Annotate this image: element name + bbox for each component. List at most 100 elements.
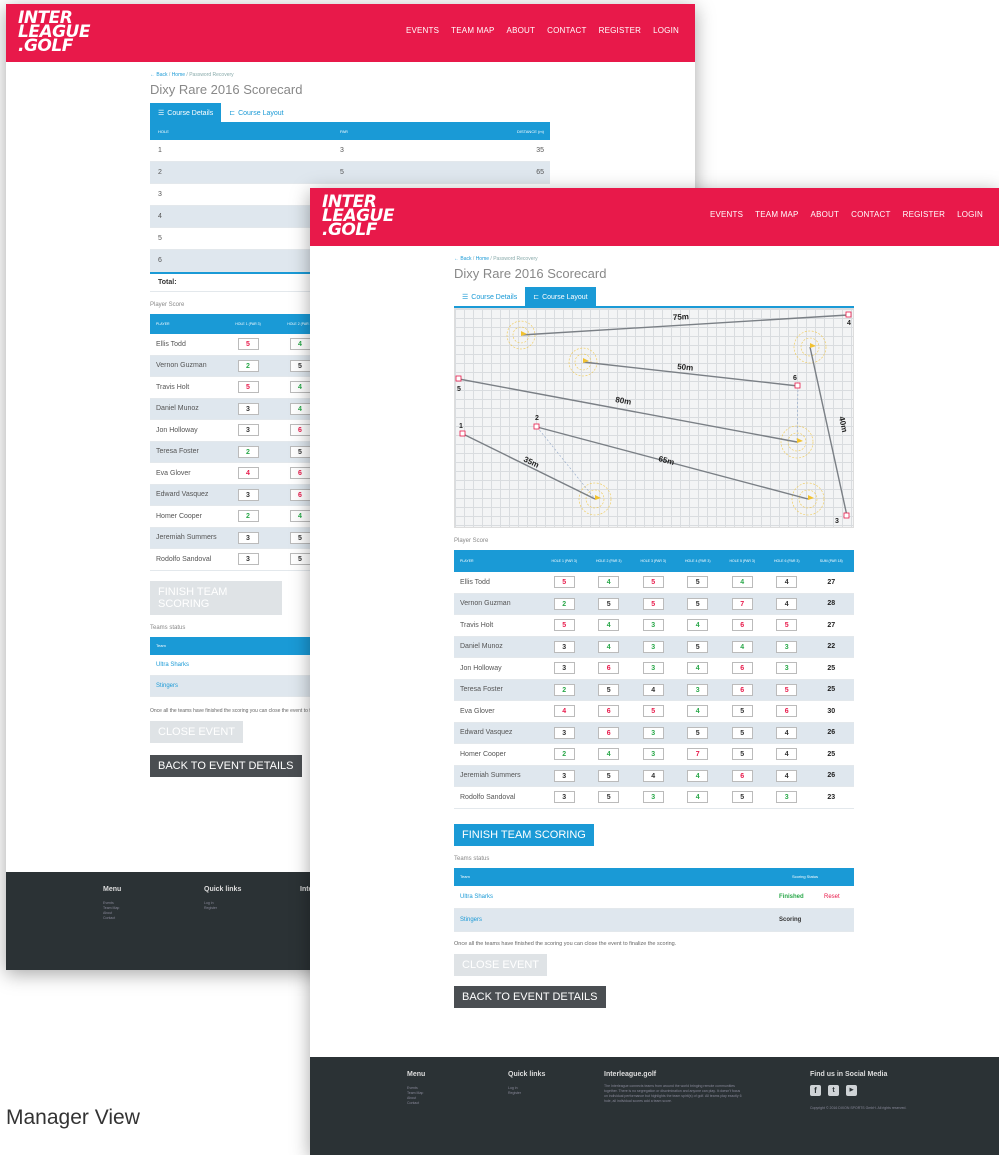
score-input[interactable]: 4 <box>289 338 311 351</box>
footer-link[interactable]: About <box>407 1096 416 1100</box>
score-input[interactable]: 4 <box>642 683 664 696</box>
score-input[interactable]: 5 <box>731 748 753 761</box>
score-input[interactable]: 6 <box>289 488 311 501</box>
score-input[interactable]: 5 <box>289 445 311 458</box>
score-input[interactable]: 6 <box>731 683 753 696</box>
score-input[interactable]: 3 <box>553 640 575 653</box>
score-input[interactable]: 5 <box>598 683 620 696</box>
score-input[interactable]: 4 <box>731 640 753 653</box>
score-input[interactable]: 3 <box>642 619 664 632</box>
team-name-link[interactable]: Ultra Sharks <box>454 894 779 900</box>
nav-register[interactable]: REGISTER <box>903 210 946 219</box>
score-input[interactable]: 3 <box>776 791 798 804</box>
nav-login[interactable]: LOGIN <box>653 26 679 35</box>
score-input[interactable]: 4 <box>598 748 620 761</box>
score-input[interactable]: 7 <box>731 597 753 610</box>
score-input[interactable]: 2 <box>237 359 259 372</box>
score-input[interactable]: 3 <box>642 662 664 675</box>
score-input[interactable]: 4 <box>237 467 259 480</box>
score-input[interactable]: 5 <box>289 553 311 566</box>
score-input[interactable]: 5 <box>776 683 798 696</box>
back-link[interactable]: ← Back <box>150 72 168 78</box>
tab-course-layout[interactable]: ⊏ Course Layout <box>221 103 292 122</box>
score-input[interactable]: 7 <box>687 748 709 761</box>
score-input[interactable]: 5 <box>642 705 664 718</box>
nav-register[interactable]: REGISTER <box>599 26 642 35</box>
footer-link[interactable]: Log in <box>508 1086 518 1090</box>
interleague-logo[interactable]: INTER LEAGUE .GOLF <box>322 194 394 239</box>
score-input[interactable]: 3 <box>642 726 664 739</box>
score-input[interactable]: 3 <box>237 488 259 501</box>
footer-link[interactable]: Contact <box>407 1101 419 1105</box>
score-input[interactable]: 3 <box>237 553 259 566</box>
score-input[interactable]: 5 <box>598 597 620 610</box>
score-input[interactable]: 5 <box>289 359 311 372</box>
score-input[interactable]: 3 <box>553 726 575 739</box>
home-link[interactable]: Home <box>476 256 489 262</box>
score-input[interactable]: 4 <box>687 769 709 782</box>
score-input[interactable]: 5 <box>731 705 753 718</box>
score-input[interactable]: 6 <box>731 662 753 675</box>
score-input[interactable]: 2 <box>553 597 575 610</box>
score-input[interactable]: 3 <box>776 640 798 653</box>
score-input[interactable]: 4 <box>687 619 709 632</box>
reset-link[interactable]: Reset <box>824 894 840 900</box>
score-input[interactable]: 6 <box>598 705 620 718</box>
score-input[interactable]: 5 <box>553 576 575 589</box>
nav-contact[interactable]: CONTACT <box>547 26 586 35</box>
score-input[interactable]: 4 <box>731 576 753 589</box>
score-input[interactable]: 4 <box>598 640 620 653</box>
nav-login[interactable]: LOGIN <box>957 210 983 219</box>
score-input[interactable]: 5 <box>598 769 620 782</box>
score-input[interactable]: 3 <box>237 531 259 544</box>
score-input[interactable]: 3 <box>553 791 575 804</box>
back-to-event-details-button[interactable]: BACK TO EVENT DETAILS <box>150 754 302 777</box>
score-input[interactable]: 4 <box>776 769 798 782</box>
finish-team-scoring-button[interactable]: FINISH TEAM SCORING <box>150 580 282 615</box>
score-input[interactable]: 5 <box>776 619 798 632</box>
score-input[interactable]: 5 <box>687 640 709 653</box>
nav-team-map[interactable]: TEAM MAP <box>451 26 494 35</box>
footer-link[interactable]: Team Map <box>407 1091 423 1095</box>
nav-events[interactable]: EVENTS <box>406 26 439 35</box>
nav-contact[interactable]: CONTACT <box>851 210 890 219</box>
score-input[interactable]: 3 <box>642 748 664 761</box>
tab-course-details[interactable]: ☰ Course Details <box>150 103 222 122</box>
score-input[interactable]: 4 <box>687 705 709 718</box>
score-input[interactable]: 3 <box>237 424 259 437</box>
score-input[interactable]: 6 <box>731 769 753 782</box>
score-input[interactable]: 2 <box>553 748 575 761</box>
score-input[interactable]: 4 <box>776 748 798 761</box>
score-input[interactable]: 4 <box>687 662 709 675</box>
facebook-icon[interactable]: f <box>810 1085 821 1096</box>
score-input[interactable]: 6 <box>776 705 798 718</box>
nav-team-map[interactable]: TEAM MAP <box>755 210 798 219</box>
score-input[interactable]: 3 <box>642 640 664 653</box>
score-input[interactable]: 3 <box>237 402 259 415</box>
youtube-icon[interactable]: ▶ <box>846 1085 857 1096</box>
score-input[interactable]: 5 <box>642 576 664 589</box>
score-input[interactable]: 4 <box>598 576 620 589</box>
close-event-button[interactable]: CLOSE EVENT <box>150 720 244 743</box>
tab-course-details[interactable]: ☰ Course Details <box>454 287 526 306</box>
interleague-logo[interactable]: INTER LEAGUE .GOLF <box>18 10 90 55</box>
score-input[interactable]: 5 <box>687 576 709 589</box>
nav-about[interactable]: ABOUT <box>811 210 840 219</box>
score-input[interactable]: 5 <box>289 531 311 544</box>
score-input[interactable]: 4 <box>776 576 798 589</box>
score-input[interactable]: 4 <box>687 791 709 804</box>
score-input[interactable]: 4 <box>598 619 620 632</box>
back-to-event-details-button[interactable]: BACK TO EVENT DETAILS <box>454 985 606 1008</box>
footer-link[interactable]: Register <box>508 1091 521 1095</box>
score-input[interactable]: 4 <box>776 597 798 610</box>
score-input[interactable]: 6 <box>731 619 753 632</box>
score-input[interactable]: 4 <box>289 402 311 415</box>
score-input[interactable]: 5 <box>642 597 664 610</box>
score-input[interactable]: 4 <box>289 510 311 523</box>
finish-team-scoring-button[interactable]: FINISH TEAM SCORING <box>454 823 594 846</box>
score-input[interactable]: 5 <box>598 791 620 804</box>
tab-course-layout[interactable]: ⊏ Course Layout <box>525 287 596 306</box>
twitter-icon[interactable]: t <box>828 1085 839 1096</box>
footer-link[interactable]: Events <box>407 1086 418 1090</box>
score-input[interactable]: 3 <box>642 791 664 804</box>
